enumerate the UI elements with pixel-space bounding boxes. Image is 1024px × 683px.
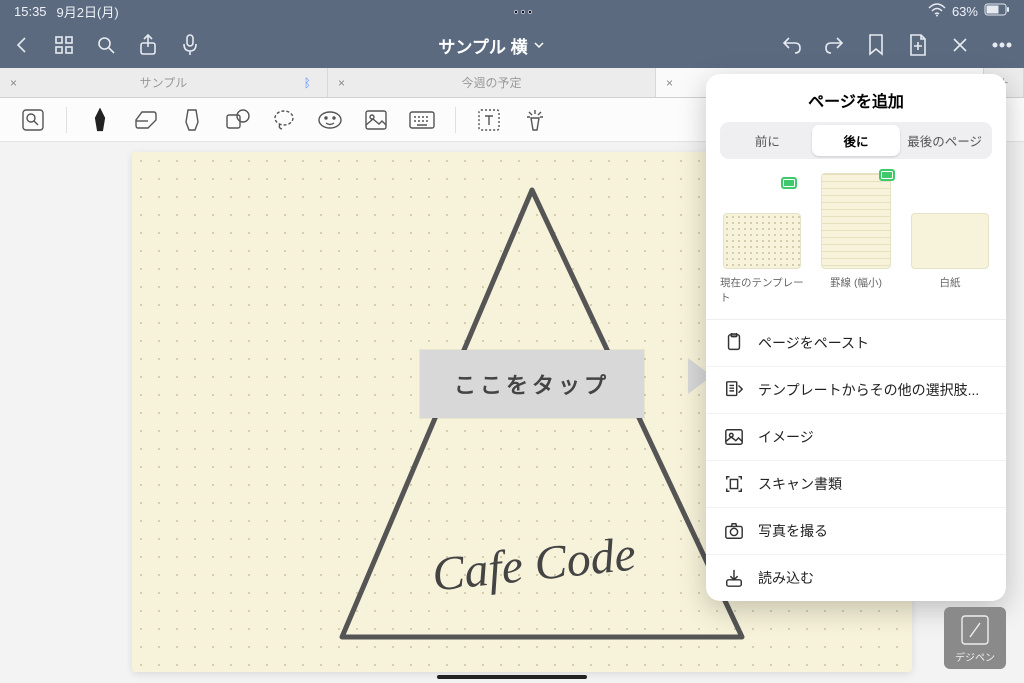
orientation-badge-icon [879,169,895,181]
back-button[interactable] [10,33,34,57]
instruction-callout: ここをタップ [420,350,644,418]
eraser-tool[interactable] [133,107,159,133]
menu-import[interactable]: 読み込む [706,555,1006,601]
mic-button[interactable] [178,33,202,57]
template-row: 現在のテンプレート 罫線 (幅小) 白紙 [706,173,1006,311]
tab-weekly[interactable]: ×今週の予定 [328,68,656,97]
close-icon[interactable]: × [10,76,17,90]
menu-scan[interactable]: スキャン書類 [706,461,1006,508]
close-button[interactable] [948,33,972,57]
segment-after[interactable]: 後に [812,125,901,156]
wifi-icon [928,3,946,20]
menu-camera[interactable]: 写真を撮る [706,508,1006,555]
add-page-popover: ページを追加 前に 後に 最後のページ 現在のテンプレート 罫線 (幅小) 白紙… [706,74,1006,601]
battery-pct: 63% [952,4,978,19]
template-blank[interactable]: 白紙 [908,173,992,305]
bookmark-button[interactable] [864,33,888,57]
battery-icon [984,3,1010,19]
keyboard-tool[interactable] [409,107,435,133]
segment-before[interactable]: 前に [723,125,812,156]
redo-button[interactable] [822,33,846,57]
orientation-badge-icon [781,177,797,189]
template-lined[interactable]: 罫線 (幅小) [814,173,898,305]
segment-last[interactable]: 最後のページ [900,125,989,156]
template-current[interactable]: 現在のテンプレート [720,173,804,305]
grid-button[interactable] [52,33,76,57]
search-button[interactable] [94,33,118,57]
lasso-tool[interactable] [271,107,297,133]
app-watermark: デジペン [944,607,1006,669]
document-title[interactable]: サンプル 横 [202,33,780,58]
nav-bar: サンプル 横 [0,22,1024,68]
undo-button[interactable] [780,33,804,57]
laser-tool[interactable] [522,107,548,133]
image-tool[interactable] [363,107,389,133]
bluetooth-icon: ᛒ [304,76,311,90]
status-time: 15:35 [14,4,47,19]
more-button[interactable] [990,33,1014,57]
shape-tool[interactable] [225,107,251,133]
position-segment: 前に 後に 最後のページ [720,122,992,159]
menu-paste-page[interactable]: ページをペースト [706,320,1006,367]
close-icon[interactable]: × [338,76,345,90]
sticker-tool[interactable] [317,107,343,133]
pen-tool[interactable] [87,107,113,133]
tab-sample[interactable]: ×サンプルᛒ [0,68,328,97]
status-date: 9月2日(月) [57,2,119,21]
share-button[interactable] [136,33,160,57]
highlighter-tool[interactable] [179,107,205,133]
menu-more-templates[interactable]: テンプレートからその他の選択肢... [706,367,1006,414]
textbox-tool[interactable] [476,107,502,133]
add-page-menu: ページをペースト テンプレートからその他の選択肢... イメージ スキャン書類 … [706,319,1006,601]
status-bar: 15:35 9月2日(月) 63% [0,0,1024,22]
popover-title: ページを追加 [706,74,1006,122]
add-page-button[interactable] [906,33,930,57]
home-indicator[interactable] [437,675,587,679]
multitask-icon[interactable] [512,4,534,19]
chevron-down-icon [534,40,544,50]
menu-image[interactable]: イメージ [706,414,1006,461]
close-icon[interactable]: × [666,76,673,90]
zoom-tool[interactable] [20,107,46,133]
